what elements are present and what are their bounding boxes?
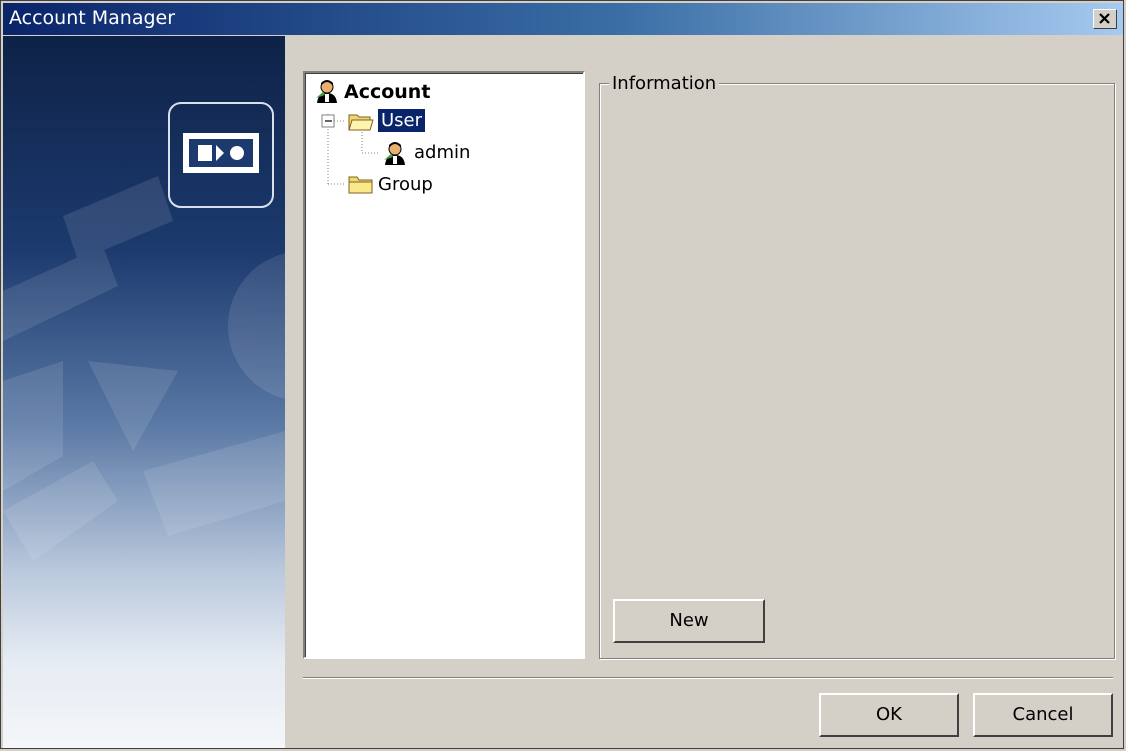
tree-label-group: Group bbox=[378, 174, 433, 195]
ok-button[interactable]: OK bbox=[819, 693, 959, 737]
folder-icon bbox=[348, 176, 373, 194]
footer-separator-highlight bbox=[303, 678, 1113, 679]
information-legend: Information bbox=[609, 73, 720, 94]
user-icon bbox=[316, 80, 337, 103]
account-manager-window: Account Manager Account User admin Group… bbox=[0, 0, 1124, 749]
ok-button-label: OK bbox=[876, 704, 902, 725]
collapse-toggle[interactable] bbox=[321, 114, 335, 128]
tree-label-account: Account bbox=[344, 81, 431, 103]
account-tree[interactable]: Account User admin Group bbox=[303, 71, 585, 659]
new-button[interactable]: New bbox=[613, 599, 765, 643]
tree-inner: Account User admin Group bbox=[305, 73, 583, 657]
close-button[interactable] bbox=[1093, 9, 1117, 29]
new-button-label: New bbox=[669, 610, 709, 631]
tree-label-user: User bbox=[376, 108, 427, 133]
cancel-button[interactable]: Cancel bbox=[973, 693, 1113, 737]
cancel-button-label: Cancel bbox=[1012, 704, 1074, 725]
title-bar[interactable]: Account Manager bbox=[3, 3, 1123, 35]
user-icon bbox=[384, 142, 405, 165]
side-banner bbox=[3, 36, 285, 748]
window-title: Account Manager bbox=[9, 7, 176, 29]
tree-label-admin: admin bbox=[414, 142, 471, 163]
information-group bbox=[599, 83, 1115, 659]
close-icon bbox=[1099, 13, 1110, 24]
open-folder-icon bbox=[348, 114, 374, 131]
